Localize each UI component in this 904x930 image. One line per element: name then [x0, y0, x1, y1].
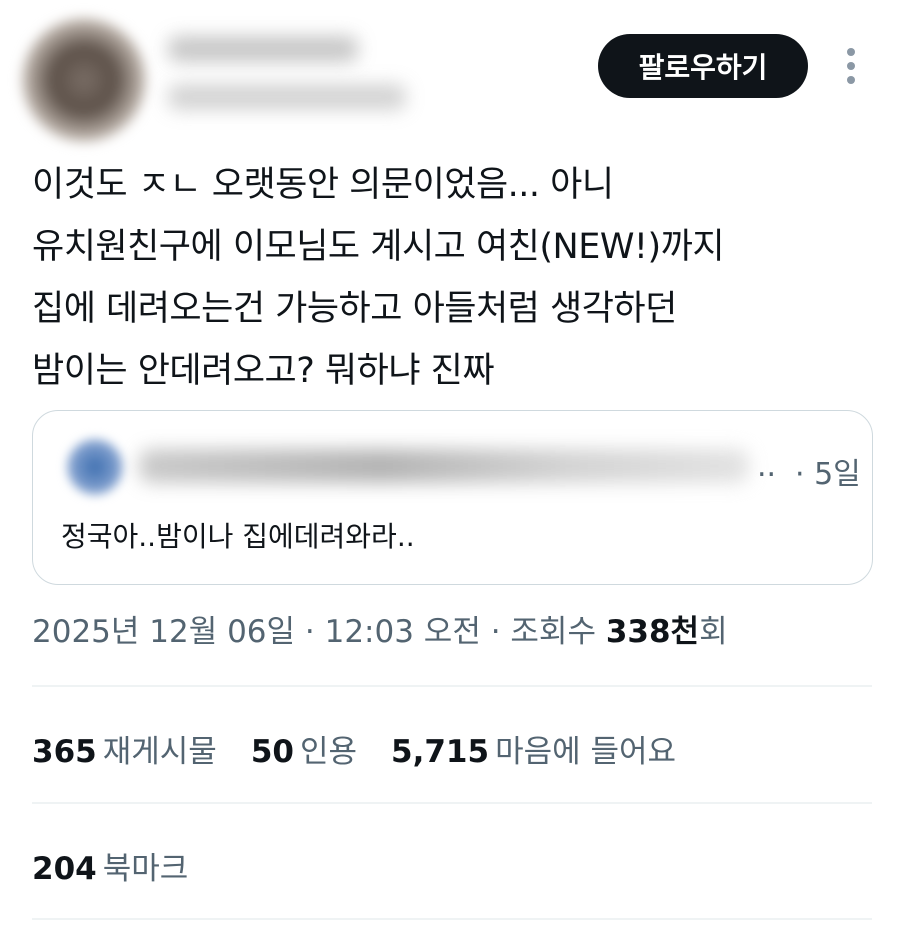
reposts-label: 재게시물	[102, 734, 217, 770]
tweet-datetime[interactable]: 2025년 12월 06일 · 12:03 오전 · 조회수	[32, 614, 606, 650]
likes-label: 마음에 들어요	[495, 734, 677, 770]
quotes-label: 인용	[299, 734, 357, 770]
reposts-count: 365	[32, 734, 97, 770]
likes-stat[interactable]: 5,715 마음에 들어요	[391, 726, 676, 771]
divider	[32, 802, 872, 804]
author-handle-blurred[interactable]	[168, 84, 406, 110]
divider	[32, 685, 872, 687]
engagement-stats: 365 재게시물 50 인용 5,715 마음에 들어요	[32, 726, 676, 771]
divider	[32, 918, 872, 920]
view-count: 338천	[605, 614, 700, 650]
quoted-timestamp: · 5일	[795, 457, 861, 492]
view-count-suffix: 회	[699, 614, 728, 650]
author-avatar[interactable]	[22, 18, 146, 142]
quoted-tweet-card[interactable]: .. · 5일 정국아..밤이나 집에데려와라..	[32, 410, 873, 585]
quoted-tweet-text: 정국아..밤이나 집에데려와라..	[61, 520, 415, 553]
author-name-blurred[interactable]	[168, 36, 358, 62]
bookmarks-count: 204	[32, 851, 97, 887]
likes-count: 5,715	[391, 734, 490, 770]
quoted-author-ellipsis: ..	[757, 449, 777, 484]
quotes-count: 50	[250, 734, 294, 770]
quoted-author-name-blurred	[139, 449, 749, 483]
tweet-text: 이것도 ㅈㄴ 오랫동안 의문이었음... 아니 유치원친구에 이모님도 계시고 …	[32, 165, 725, 391]
follow-button[interactable]: 팔로우하기	[598, 34, 808, 98]
more-vertical-icon[interactable]	[840, 48, 862, 84]
bookmarks-stat[interactable]: 204 북마크	[32, 843, 188, 888]
quoted-author-avatar	[67, 439, 123, 495]
reposts-stat[interactable]: 365 재게시물	[32, 726, 217, 771]
bookmarks-label: 북마크	[102, 851, 189, 887]
tweet-meta: 2025년 12월 06일 · 12:03 오전 · 조회수 338천회	[32, 606, 728, 651]
quotes-stat[interactable]: 50 인용	[251, 726, 357, 771]
